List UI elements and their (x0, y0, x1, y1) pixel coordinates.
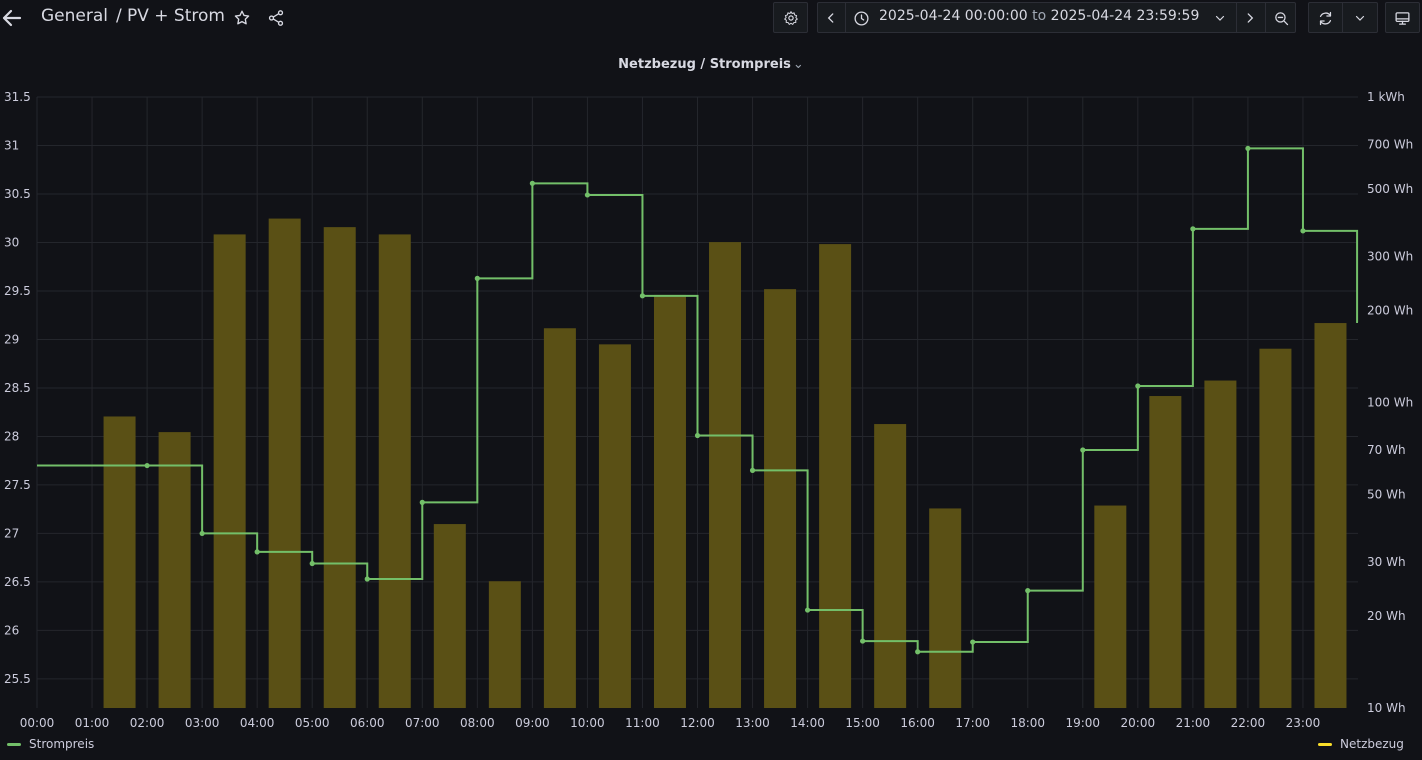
bar-netzbezug (653, 294, 686, 708)
x-tick-label: 19:00 (1065, 716, 1100, 730)
x-tick-label: 21:00 (1176, 716, 1211, 730)
y-right-tick-label: 200 Wh (1367, 304, 1413, 318)
point-strompreis (529, 180, 535, 186)
y-right-tick-label: 1 kWh (1367, 90, 1405, 104)
point-strompreis (1135, 383, 1141, 389)
y-left-tick-label: 26 (4, 623, 19, 637)
point-strompreis (1245, 145, 1251, 152)
y-right-tick-label: 70 Wh (1367, 443, 1406, 457)
timeseries-chart: 25.5 26 26.5 27 27.5 28 28.5 29 29.5 30 30.5 31 31.5… (4, 90, 1413, 730)
bar-netzbezug (158, 432, 191, 708)
y-left-tick-label: 29.5 (4, 284, 31, 298)
point-strompreis (474, 275, 480, 281)
x-tick-label: 02:00 (130, 716, 165, 730)
point-strompreis (804, 607, 811, 613)
bar-netzbezug (268, 218, 301, 708)
x-tick-label: 20:00 (1121, 716, 1156, 730)
x-tick-label: 01:00 (75, 716, 110, 730)
legend-item-strompreis[interactable]: Strompreis (7, 737, 94, 751)
y-right-tick-label: 50 Wh (1367, 487, 1406, 501)
point-strompreis (584, 192, 591, 198)
bar-netzbezug (709, 242, 742, 708)
bar-netzbezug (1094, 505, 1127, 708)
x-tick-label: 08:00 (460, 716, 495, 730)
x-tick-label: 15:00 (845, 716, 880, 730)
bar-netzbezug (543, 328, 576, 708)
y-left-tick-label: 27 (4, 526, 19, 540)
point-strompreis (364, 576, 370, 582)
x-tick-label: 06:00 (350, 716, 385, 730)
bar-netzbezug (819, 244, 852, 708)
y-right-tick-label: 300 Wh (1367, 250, 1413, 264)
x-tick-label: 04:00 (240, 716, 275, 730)
y-left-tick-label: 30 (4, 235, 19, 249)
point-strompreis (1025, 588, 1031, 594)
y-left-tick-label: 29 (4, 332, 19, 346)
x-tick-label: 18:00 (1010, 716, 1045, 730)
y-left-tick-label: 31 (4, 138, 19, 152)
x-tick-label: 22:00 (1231, 716, 1266, 730)
bar-netzbezug (103, 416, 136, 708)
y-left-tick-label: 26.5 (4, 575, 31, 589)
point-strompreis (970, 639, 976, 645)
bar-netzbezug (323, 227, 356, 708)
x-tick-label: 07:00 (405, 716, 440, 730)
point-strompreis (694, 432, 701, 439)
legend-swatch-strompreis (7, 742, 21, 746)
bar-netzbezug (488, 581, 521, 708)
y-right-tick-label: 20 Wh (1367, 609, 1406, 623)
y-right-tick-label: 500 Wh (1367, 182, 1413, 196)
x-tick-label: 05:00 (295, 716, 330, 730)
y-left-tick-label: 28 (4, 429, 19, 443)
bar-netzbezug (874, 424, 907, 708)
x-tick-label: 13:00 (735, 716, 770, 730)
bar-netzbezug (433, 524, 466, 708)
point-strompreis (749, 467, 756, 473)
x-tick-label: 14:00 (790, 716, 825, 730)
y-left-tick-label: 25.5 (4, 672, 31, 686)
x-tick-label: 16:00 (900, 716, 935, 730)
x-tick-label: 11:00 (625, 716, 660, 730)
y-left-tick-label: 27.5 (4, 478, 31, 492)
x-tick-label: 23:00 (1286, 716, 1321, 730)
bar-netzbezug (1204, 380, 1237, 708)
y-left-tick-label: 30.5 (4, 187, 31, 201)
x-tick-label: 09:00 (515, 716, 550, 730)
point-strompreis (639, 293, 646, 299)
legend-item-netzbezug[interactable]: Netzbezug (1318, 737, 1404, 751)
legend-swatch-netzbezug (1318, 742, 1332, 746)
y-right-tick-label: 10 Wh (1367, 701, 1406, 715)
x-tick-label: 10:00 (570, 716, 605, 730)
point-strompreis (860, 638, 866, 644)
point-strompreis (1300, 228, 1306, 234)
bar-netzbezug (1149, 396, 1182, 708)
point-strompreis (1190, 226, 1196, 232)
point-strompreis (254, 549, 260, 555)
x-tick-label: 03:00 (185, 716, 220, 730)
bar-netzbezug (598, 344, 631, 708)
point-strompreis (419, 499, 425, 505)
bar-netzbezug (378, 234, 411, 708)
x-tick-label: 00:00 (20, 716, 55, 730)
y-right-tick-label: 30 Wh (1367, 555, 1406, 569)
x-tick-label: 17:00 (955, 716, 990, 730)
bar-netzbezug (213, 234, 246, 708)
x-tick-label: 12:00 (680, 716, 715, 730)
point-strompreis (144, 462, 150, 469)
point-strompreis (309, 560, 315, 567)
point-strompreis (1080, 447, 1086, 453)
bar-netzbezug (1314, 323, 1347, 708)
point-strompreis (199, 530, 205, 537)
legend-label: Netzbezug (1340, 737, 1404, 751)
y-left-tick-label: 31.5 (4, 90, 31, 104)
y-left-tick-label: 28.5 (4, 381, 31, 395)
bar-netzbezug (1259, 348, 1292, 708)
y-right-tick-label: 100 Wh (1367, 396, 1413, 410)
bar-netzbezug (764, 289, 797, 708)
legend-label: Strompreis (29, 737, 95, 751)
bar-netzbezug (929, 508, 962, 708)
point-strompreis (915, 649, 921, 655)
y-right-tick-label: 700 Wh (1367, 137, 1413, 151)
